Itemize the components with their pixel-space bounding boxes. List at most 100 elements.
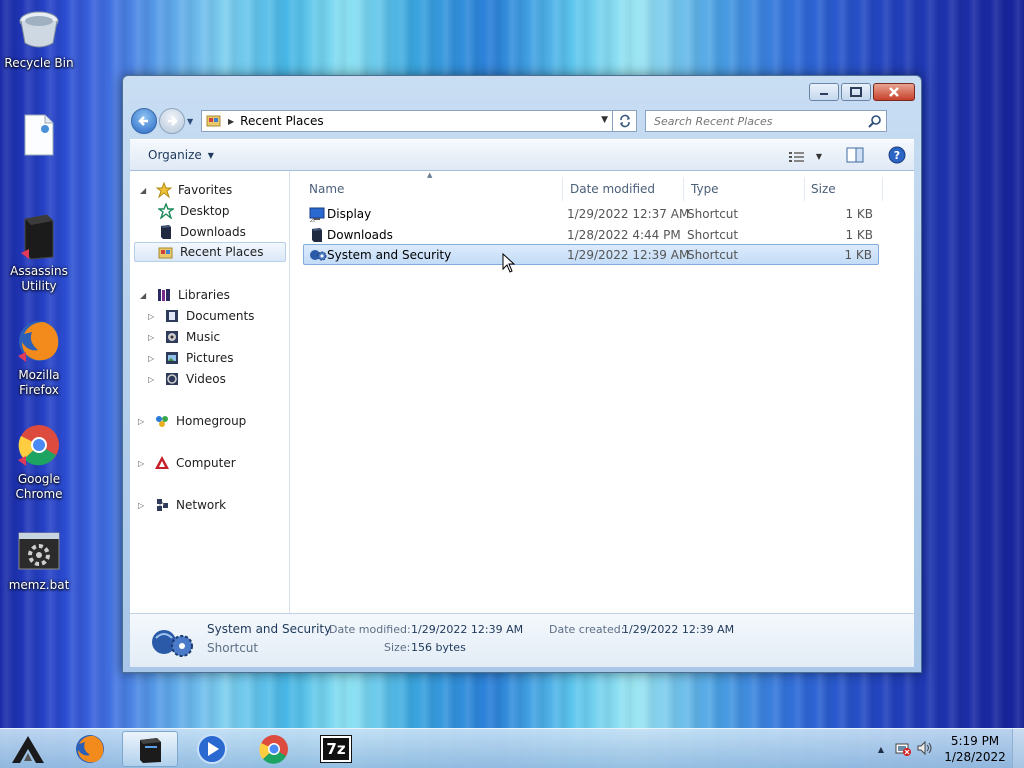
mouse-cursor-icon — [502, 253, 516, 273]
preview-pane-button[interactable] — [846, 147, 864, 166]
chrome-icon — [259, 735, 288, 764]
nav-libraries-label: Libraries — [178, 288, 230, 302]
display-shortcut-icon — [309, 207, 325, 222]
show-desktop-button[interactable] — [1012, 729, 1024, 768]
expanded-arrow-icon[interactable]: ◢ — [140, 291, 150, 300]
minimize-button[interactable] — [809, 83, 839, 101]
nav-item-desktop[interactable]: Desktop — [158, 201, 230, 221]
system-security-large-icon — [152, 630, 193, 657]
collapsed-arrow-icon[interactable]: ▷ — [148, 354, 158, 363]
column-header-type[interactable]: Type — [685, 177, 805, 201]
nav-item-documents[interactable]: ▷ Documents — [148, 306, 254, 326]
taskbar-media-player[interactable] — [184, 731, 240, 767]
address-dropdown-icon[interactable]: ▼ — [601, 115, 608, 125]
nav-item-pictures[interactable]: ▷ Pictures — [148, 348, 234, 368]
file-date: 1/29/2022 12:37 AM — [567, 206, 690, 221]
collapsed-arrow-icon[interactable]: ▷ — [148, 375, 158, 384]
desktop-icon — [158, 203, 174, 219]
nav-item-downloads[interactable]: Downloads — [158, 222, 246, 242]
clock[interactable]: 5:19 PM 1/28/2022 — [938, 733, 1012, 765]
desktop-icon-firefox[interactable]: Mozilla Firefox — [4, 318, 74, 398]
nav-favorites[interactable]: ◢ Favorites — [140, 180, 232, 200]
maximize-button[interactable] — [841, 83, 871, 101]
network-status-icon[interactable] — [894, 740, 912, 759]
file-row[interactable]: Downloads 1/28/2022 4:44 PM Shortcut 1 K… — [305, 224, 879, 245]
command-bar: Organize ▼ ▼ ? — [130, 139, 914, 171]
nav-item-label: Documents — [186, 309, 255, 323]
downloads-shortcut-icon — [312, 227, 322, 242]
desktop-icon-label: Google Chrome — [15, 472, 63, 501]
search-icon[interactable] — [868, 114, 882, 131]
svg-text:?: ? — [894, 149, 900, 162]
organize-button[interactable]: Organize ▼ — [148, 148, 214, 162]
desktop-icon-recycle-bin[interactable]: Recycle Bin — [4, 6, 74, 71]
nav-homegroup[interactable]: ▷ Homegroup — [138, 411, 246, 431]
pictures-icon — [166, 352, 178, 364]
content-area: ◢ Favorites Desktop Downloads Recent Pla… — [130, 171, 914, 613]
nav-item-recent-places[interactable]: Recent Places — [134, 242, 286, 262]
chrome-icon — [16, 422, 62, 468]
music-icon — [166, 331, 178, 343]
collapsed-arrow-icon[interactable]: ▷ — [148, 333, 158, 342]
clock-time: 5:19 PM — [950, 734, 1000, 748]
breadcrumb-arrow-icon[interactable]: ▶ — [228, 117, 234, 126]
clock-date: 1/28/2022 — [944, 750, 1006, 764]
file-name: Downloads — [327, 227, 393, 242]
search-input[interactable] — [654, 114, 854, 128]
details-size: 156 bytes — [411, 641, 466, 654]
arrow-right-icon — [168, 116, 178, 126]
taskbar-chrome[interactable] — [246, 731, 302, 767]
desktop-icon-memz-bat[interactable]: memz.bat — [4, 528, 74, 593]
desktop-icon-label: memz.bat — [8, 578, 70, 592]
column-header-name[interactable]: Name — [303, 177, 563, 201]
refresh-button[interactable] — [612, 111, 636, 131]
expanded-arrow-icon[interactable]: ◢ — [140, 186, 150, 195]
address-location[interactable]: Recent Places — [240, 114, 323, 128]
nav-network[interactable]: ▷ Network — [138, 495, 226, 515]
collapsed-arrow-icon[interactable]: ▷ — [138, 501, 148, 510]
nav-libraries[interactable]: ◢ Libraries — [140, 285, 230, 305]
collapsed-arrow-icon[interactable]: ▷ — [138, 417, 148, 426]
help-button[interactable]: ? — [888, 146, 906, 167]
nav-computer[interactable]: ▷ Computer — [138, 453, 236, 473]
start-button[interactable] — [0, 731, 56, 767]
desktop-icon-chrome[interactable]: Google Chrome — [4, 422, 74, 502]
file-row-selected[interactable]: System and Security 1/29/2022 12:39 AM S… — [303, 244, 879, 265]
file-list-pane: ▲ Name Date modified Type Size Display 1… — [291, 171, 914, 613]
column-header-date-modified[interactable]: Date modified — [564, 177, 684, 201]
document-icon — [16, 112, 62, 158]
desktop-icon-assassins-utility[interactable]: Assassins Utility — [4, 214, 74, 294]
collapsed-arrow-icon[interactable]: ▷ — [138, 459, 148, 468]
taskbar-7zip[interactable]: 7z — [308, 731, 364, 767]
column-header-size[interactable]: Size — [805, 177, 883, 201]
recent-pages-dropdown[interactable]: ▼ — [187, 117, 197, 126]
caption-buttons — [809, 83, 915, 101]
chevron-down-icon: ▼ — [815, 152, 822, 161]
recent-places-icon — [158, 247, 173, 259]
nav-item-music[interactable]: ▷ Music — [148, 327, 220, 347]
file-row[interactable]: Display 1/29/2022 12:37 AM Shortcut 1 KB — [305, 203, 879, 224]
file-date: 1/28/2022 4:44 PM — [567, 227, 681, 242]
close-button[interactable] — [873, 83, 915, 101]
taskbar-firefox[interactable] — [62, 731, 118, 767]
view-options-button[interactable]: ▼ — [788, 150, 822, 164]
homegroup-icon — [156, 416, 168, 427]
desktop-icon-label: Assassins Utility — [10, 264, 68, 293]
back-button[interactable] — [131, 108, 157, 134]
taskbar-explorer[interactable] — [122, 731, 178, 767]
column-label: Size — [811, 182, 836, 196]
desktop-icon-file[interactable] — [4, 112, 74, 162]
forward-button[interactable] — [159, 108, 185, 134]
address-bar[interactable]: ▶ Recent Places ▼ — [201, 110, 637, 132]
black-box-icon — [16, 214, 62, 260]
file-type: Shortcut — [687, 227, 739, 242]
organize-label: Organize — [148, 148, 202, 162]
nav-item-videos[interactable]: ▷ Videos — [148, 369, 226, 389]
recent-places-icon — [206, 113, 222, 130]
nav-homegroup-label: Homegroup — [176, 414, 247, 428]
volume-icon[interactable] — [916, 740, 934, 759]
nav-item-label: Desktop — [180, 204, 230, 218]
show-hidden-icons-button[interactable]: ▲ — [878, 745, 884, 754]
collapsed-arrow-icon[interactable]: ▷ — [148, 312, 158, 321]
search-box[interactable] — [645, 110, 887, 132]
